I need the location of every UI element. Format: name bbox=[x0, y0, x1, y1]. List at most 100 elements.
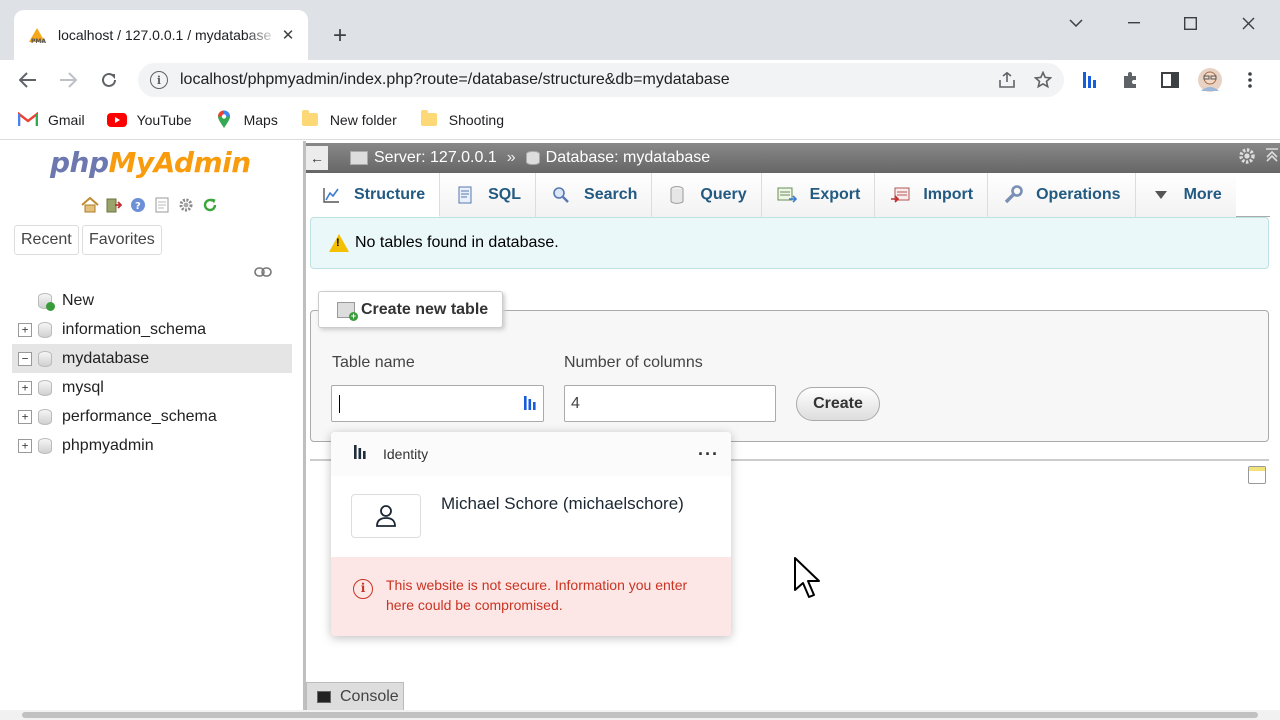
mouse-cursor-icon bbox=[793, 556, 823, 603]
expand-icon[interactable]: + bbox=[18, 438, 32, 453]
bookmark-maps[interactable]: Maps bbox=[214, 110, 278, 129]
bitwarden-menu-header: Identity ··· bbox=[331, 432, 731, 476]
site-info-icon[interactable]: i bbox=[150, 71, 168, 89]
tab-structure[interactable]: Structure bbox=[306, 173, 441, 217]
logout-icon[interactable] bbox=[104, 195, 124, 215]
pma-logo[interactable]: phpMyAdmin bbox=[50, 146, 251, 179]
bookmark-gmail[interactable]: Gmail bbox=[18, 111, 85, 129]
export-icon bbox=[776, 186, 798, 204]
info-warning-icon: i bbox=[353, 579, 373, 599]
back-icon[interactable] bbox=[12, 64, 44, 96]
database-icon bbox=[38, 408, 52, 425]
horizontal-scrollbar[interactable] bbox=[0, 710, 1280, 720]
bookmark-shooting[interactable]: Shooting bbox=[419, 110, 504, 129]
bitwarden-menu-title: Identity bbox=[383, 446, 429, 462]
notice-text: No tables found in database. bbox=[355, 234, 559, 251]
scrollbar-thumb[interactable] bbox=[22, 712, 1258, 718]
link-with-main-panel-icon[interactable] bbox=[254, 264, 272, 280]
reload-navigation-icon[interactable] bbox=[200, 195, 220, 215]
share-icon[interactable] bbox=[992, 65, 1022, 95]
database-icon bbox=[525, 151, 540, 165]
home-icon[interactable] bbox=[80, 195, 100, 215]
folder-icon bbox=[300, 110, 320, 129]
tree-item-information-schema[interactable]: + information_schema bbox=[12, 315, 292, 344]
bookmark-star-icon[interactable] bbox=[1028, 65, 1058, 95]
insecure-warning-text: This website is not secure. Information … bbox=[386, 577, 688, 613]
address-bar[interactable]: i localhost/phpmyadmin/index.php?route=/… bbox=[138, 63, 1064, 97]
folder-icon bbox=[419, 110, 439, 129]
expand-icon[interactable]: + bbox=[18, 322, 32, 337]
text-caret bbox=[339, 395, 340, 413]
documentation-icon[interactable] bbox=[152, 195, 172, 215]
bitwarden-field-icon[interactable] bbox=[523, 395, 537, 414]
tree-item-mydatabase[interactable]: − mydatabase bbox=[12, 344, 292, 373]
bookmark-label: Gmail bbox=[48, 111, 85, 128]
bitwarden-identity-entry[interactable]: Michael Schore (michaelschore) bbox=[331, 476, 731, 557]
breadcrumb-bar: ← Server: 127.0.0.1 » Database: mydataba… bbox=[306, 143, 1280, 173]
tab-import[interactable]: Import bbox=[875, 173, 989, 217]
collapse-navigation-icon[interactable]: ← bbox=[306, 146, 328, 170]
close-window-icon[interactable] bbox=[1228, 8, 1268, 38]
maps-icon bbox=[214, 110, 234, 129]
tab-title: localhost / 127.0.0.1 / mydatabase bbox=[58, 27, 272, 43]
database-icon bbox=[38, 321, 52, 338]
more-caret-icon bbox=[1150, 186, 1172, 204]
help-icon[interactable]: ? bbox=[128, 195, 148, 215]
tab-query[interactable]: Query bbox=[652, 173, 762, 217]
expand-icon[interactable]: + bbox=[18, 409, 32, 424]
page-settings-gear-icon[interactable] bbox=[1238, 147, 1256, 170]
browser-tab-active[interactable]: PMA localhost / 127.0.0.1 / mydatabase ✕ bbox=[14, 10, 308, 60]
tab-operations[interactable]: Operations bbox=[988, 173, 1136, 217]
create-table-button[interactable]: Create bbox=[796, 387, 880, 421]
page-related-settings-icon[interactable] bbox=[1248, 466, 1266, 484]
reload-icon[interactable] bbox=[93, 64, 125, 96]
sql-icon bbox=[454, 186, 476, 204]
database-tabs: Structure SQL Search Query Export Import… bbox=[306, 173, 1270, 217]
collapse-top-icon[interactable] bbox=[1264, 147, 1280, 170]
tab-search[interactable]: Search bbox=[536, 173, 653, 217]
forward-icon[interactable] bbox=[52, 64, 84, 96]
tab-close-icon[interactable]: ✕ bbox=[278, 25, 298, 45]
bookmark-label: YouTube bbox=[136, 111, 192, 128]
profile-avatar-icon[interactable] bbox=[1196, 66, 1224, 94]
breadcrumb-database[interactable]: Database: mydatabase bbox=[546, 149, 711, 167]
new-database-icon bbox=[38, 292, 55, 311]
chrome-menu-icon[interactable] bbox=[1236, 66, 1264, 94]
breadcrumb-server[interactable]: Server: 127.0.0.1 bbox=[374, 149, 497, 167]
operations-icon bbox=[1002, 185, 1024, 204]
tab-sql[interactable]: SQL bbox=[440, 173, 537, 217]
import-icon bbox=[889, 186, 911, 204]
extensions-puzzle-icon[interactable] bbox=[1116, 66, 1144, 94]
console-toggle[interactable]: Console bbox=[306, 682, 404, 710]
tree-item-new[interactable]: New bbox=[12, 286, 292, 315]
tab-export[interactable]: Export bbox=[761, 173, 876, 217]
tree-item-mysql[interactable]: + mysql bbox=[12, 373, 292, 402]
tab-more[interactable]: More bbox=[1135, 173, 1236, 217]
table-name-input[interactable] bbox=[331, 385, 544, 422]
number-of-columns-input[interactable]: 4 bbox=[564, 385, 776, 422]
recent-tables-button[interactable]: Recent bbox=[14, 225, 79, 255]
bitwarden-extension-icon[interactable] bbox=[1076, 66, 1104, 94]
bookmark-new-folder[interactable]: New folder bbox=[300, 110, 397, 129]
collapse-icon[interactable]: − bbox=[18, 351, 32, 366]
tree-item-performance-schema[interactable]: + performance_schema bbox=[12, 402, 292, 431]
tree-item-phpmyadmin[interactable]: + phpmyadmin bbox=[12, 431, 292, 460]
tab-search-chevron-icon[interactable] bbox=[1056, 8, 1096, 38]
query-icon bbox=[666, 186, 688, 204]
new-tab-button[interactable]: + bbox=[326, 22, 354, 50]
expand-icon[interactable]: + bbox=[18, 380, 32, 395]
more-options-icon[interactable]: ··· bbox=[698, 444, 719, 465]
columns-label: Number of columns bbox=[564, 354, 703, 371]
minimize-icon[interactable] bbox=[1114, 8, 1154, 38]
settings-gear-icon[interactable] bbox=[176, 195, 196, 215]
maximize-icon[interactable] bbox=[1170, 8, 1210, 38]
database-icon bbox=[38, 350, 52, 367]
side-panel-icon[interactable] bbox=[1156, 66, 1184, 94]
pma-navigation-panel: phpMyAdmin ? Recent Favorites New + info… bbox=[0, 141, 303, 720]
favorite-tables-button[interactable]: Favorites bbox=[82, 225, 162, 255]
insecure-site-warning: i This website is not secure. Informatio… bbox=[331, 557, 731, 636]
bookmark-youtube[interactable]: YouTube bbox=[106, 111, 192, 129]
pma-favicon-icon: PMA bbox=[26, 24, 48, 46]
svg-text:PMA: PMA bbox=[31, 38, 46, 44]
bookmark-label: New folder bbox=[329, 111, 397, 128]
